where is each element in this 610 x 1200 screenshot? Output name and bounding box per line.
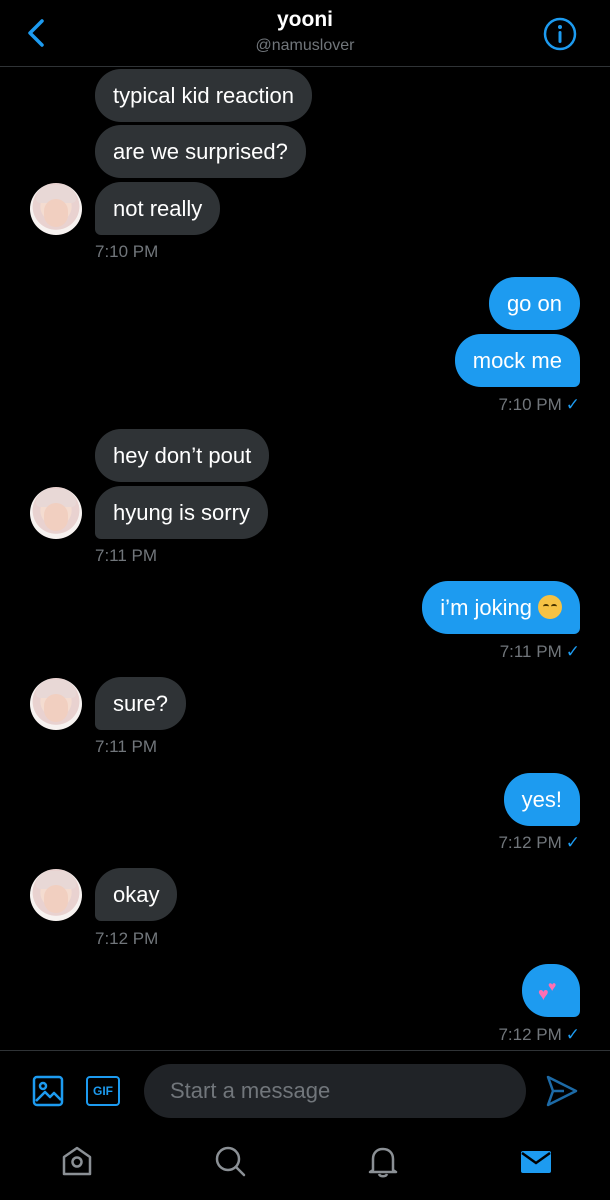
- message-composer: GIF: [0, 1050, 610, 1131]
- two-hearts-emoji-icon: ♥ ♥: [538, 978, 557, 1005]
- message-timestamp: 7:11 PM: [499, 642, 562, 661]
- message-bubble-incoming[interactable]: hyung is sorry: [95, 486, 268, 539]
- message-bubble-incoming[interactable]: hey don’t pout: [95, 429, 270, 482]
- message-timestamp: 7:12 PM: [498, 1025, 562, 1044]
- read-checkmark-icon: ✓: [565, 1025, 580, 1044]
- messages-mail-icon[interactable]: [518, 1143, 554, 1179]
- message-bubble-incoming[interactable]: okay: [95, 868, 178, 921]
- message-timestamp-row: 7:12 PM ✓: [498, 833, 580, 853]
- send-icon[interactable]: [544, 1073, 580, 1109]
- message-timestamp: 7:10 PM: [498, 395, 562, 414]
- conversation-header: yooni @namuslover: [0, 0, 610, 67]
- message-bubble-incoming[interactable]: sure?: [95, 677, 187, 730]
- avatar[interactable]: [30, 183, 82, 235]
- message-bubble-outgoing[interactable]: i’m joking: [422, 581, 580, 634]
- message-timestamp: 7:11 PM: [95, 737, 158, 756]
- message-bubble-outgoing[interactable]: ♥ ♥: [522, 964, 580, 1017]
- notifications-bell-icon[interactable]: [365, 1143, 401, 1179]
- message-timestamp: 7:11 PM: [95, 546, 158, 565]
- message-timestamp: 7:12 PM: [95, 929, 159, 948]
- message-bubble-outgoing[interactable]: mock me: [454, 334, 580, 387]
- home-icon[interactable]: [59, 1143, 95, 1179]
- conversation-title: yooni: [277, 8, 333, 31]
- message-bubble-incoming[interactable]: are we surprised?: [95, 125, 306, 178]
- message-timestamp-row: 7:11 PM ✓: [500, 642, 580, 662]
- bottom-tab-bar: [0, 1131, 610, 1200]
- image-icon[interactable]: [32, 1075, 64, 1107]
- read-checkmark-icon: ✓: [565, 395, 580, 414]
- message-bubble-outgoing[interactable]: yes!: [503, 773, 580, 826]
- message-timestamp: 7:10 PM: [95, 242, 159, 261]
- upside-down-face-emoji-icon: [538, 595, 562, 620]
- message-bubble-outgoing[interactable]: go on: [488, 277, 580, 330]
- message-input[interactable]: [144, 1064, 526, 1118]
- gif-icon[interactable]: GIF: [86, 1076, 120, 1106]
- search-icon[interactable]: [212, 1143, 248, 1179]
- avatar[interactable]: [30, 869, 82, 921]
- message-timestamp: 7:12 PM: [498, 833, 562, 852]
- message-text: i’m joking: [440, 595, 532, 620]
- avatar[interactable]: [30, 678, 82, 730]
- avatar[interactable]: [30, 487, 82, 539]
- message-bubble-incoming[interactable]: not really: [95, 182, 221, 235]
- info-icon[interactable]: [542, 16, 578, 52]
- message-timestamp-row: 7:12 PM ✓: [498, 1025, 580, 1045]
- read-checkmark-icon: ✓: [565, 833, 580, 852]
- message-timestamp-row: 7:10 PM ✓: [498, 395, 580, 415]
- read-checkmark-icon: ✓: [565, 642, 580, 661]
- message-bubble-incoming[interactable]: typical kid reaction: [95, 69, 312, 122]
- conversation-handle: @namuslover: [255, 37, 355, 54]
